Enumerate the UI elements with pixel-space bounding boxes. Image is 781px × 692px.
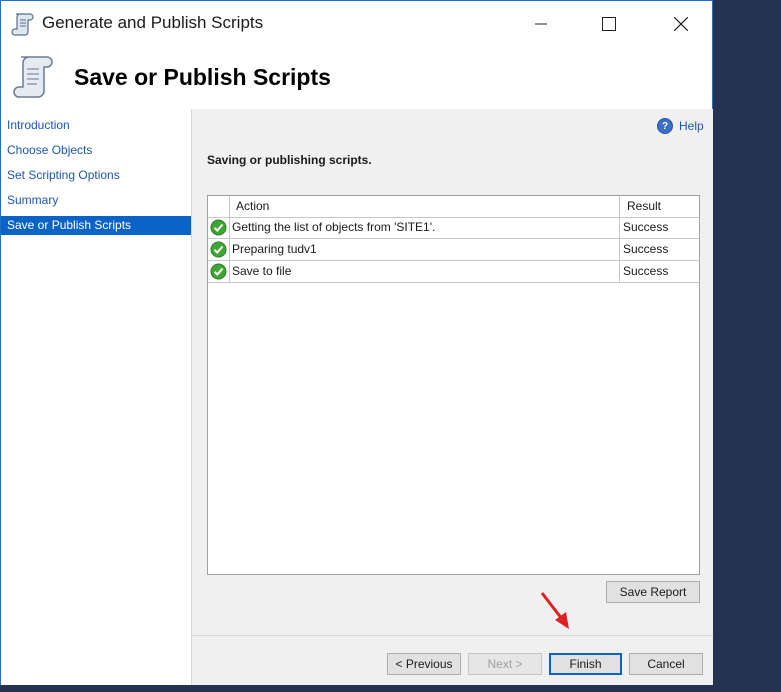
action-cell: Getting the list of objects from 'SITE1'…	[232, 220, 436, 234]
close-icon	[674, 17, 688, 31]
content-panel: ? Help Saving or publishing scripts. Act…	[192, 109, 713, 685]
sidebar-item-save-or-publish-scripts[interactable]: Save or Publish Scripts	[1, 216, 191, 235]
action-cell: Save to file	[232, 264, 292, 278]
maximize-icon	[602, 17, 616, 31]
help-icon: ?	[657, 118, 673, 134]
success-check-icon	[210, 263, 227, 280]
maximize-button[interactable]	[586, 1, 632, 47]
table-row[interactable]: Save to file Success	[208, 261, 699, 283]
script-scroll-large-icon	[13, 56, 53, 98]
cancel-button[interactable]: Cancel	[629, 653, 703, 675]
close-button[interactable]	[658, 1, 704, 47]
next-button: Next >	[468, 653, 542, 675]
page-title: Save or Publish Scripts	[74, 64, 331, 90]
table-row[interactable]: Preparing tudv1 Success	[208, 239, 699, 261]
footer-divider	[192, 635, 713, 636]
sidebar-item-choose-objects[interactable]: Choose Objects	[1, 141, 191, 160]
column-header-result[interactable]: Result	[627, 196, 661, 217]
finish-button[interactable]: Finish	[549, 653, 622, 675]
result-cell: Success	[623, 264, 669, 278]
result-cell: Success	[623, 220, 669, 234]
script-scroll-icon	[11, 13, 34, 36]
success-check-icon	[210, 219, 227, 236]
help-link[interactable]: ? Help	[657, 118, 704, 134]
annotation-arrow-icon	[540, 592, 569, 629]
sidebar-item-summary[interactable]: Summary	[1, 191, 191, 210]
previous-button[interactable]: < Previous	[387, 653, 461, 675]
minimize-icon	[535, 23, 547, 25]
help-label: Help	[679, 119, 704, 133]
grid-header: Action Result	[208, 196, 699, 218]
window-title: Generate and Publish Scripts	[42, 13, 264, 32]
sidebar-item-introduction[interactable]: Introduction	[1, 116, 191, 135]
action-results-grid[interactable]: Action Result Getting the list of object…	[207, 195, 700, 575]
table-row[interactable]: Getting the list of objects from 'SITE1'…	[208, 217, 699, 239]
status-text: Saving or publishing scripts.	[207, 153, 372, 167]
column-header-action[interactable]: Action	[236, 196, 269, 217]
title-bar[interactable]: Generate and Publish Scripts	[1, 1, 712, 47]
save-report-button[interactable]: Save Report	[606, 581, 700, 603]
action-cell: Preparing tudv1	[232, 242, 317, 256]
sidebar-item-set-scripting-options[interactable]: Set Scripting Options	[1, 166, 191, 185]
minimize-button[interactable]	[518, 1, 564, 47]
wizard-steps-sidebar: Introduction Choose Objects Set Scriptin…	[1, 109, 192, 685]
generate-publish-scripts-window: Generate and Publish Scripts Save or Pub…	[0, 0, 713, 685]
result-cell: Success	[623, 242, 669, 256]
success-check-icon	[210, 241, 227, 258]
